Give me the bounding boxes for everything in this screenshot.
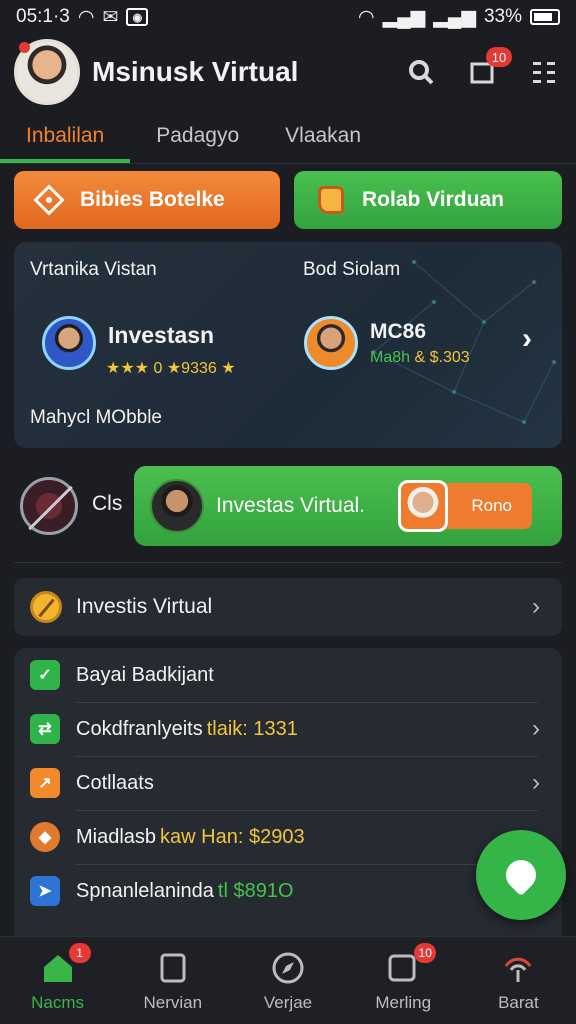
rocket-fab-button[interactable] [476,830,566,920]
investis-label: Invеstis Virtual [76,595,213,618]
settings-icon[interactable] [528,55,562,89]
chevron-right-icon: › [532,769,540,796]
mc-subtitle: Ma8h & $.303 [370,349,470,367]
chart-icon: ↗ [30,768,60,798]
signal-icon: ▂▄▆ [382,6,426,28]
tab-vlaakan[interactable]: Vlaakan [259,116,381,163]
search-icon[interactable] [404,55,438,89]
status-bar: 05:1·3 ◠ ✉ ◉ ◠ ▂▄▆ ▂▄▆ 33% [0,0,576,34]
divider [14,562,562,563]
investor-card[interactable]: Vrtanika Vistan Bod Siolam Invеstasn ★★★… [14,242,562,448]
tab-padagyo[interactable]: Padagyo [130,116,259,163]
notifications-icon[interactable]: 10 [466,47,512,89]
list-item-label: Miadlasb [76,825,157,848]
notification-icon: ✉ [102,6,119,28]
rocket-icon [499,853,543,897]
menu-list: ✓ Bayai Badkijant ⇄ Cokdfranlyeits tlaik… [14,648,562,948]
document-icon [154,949,192,987]
send-icon: ➤ [30,876,60,906]
list-item-value: tl $891O [217,879,294,902]
mc-sub-left: Ma8h [370,349,411,366]
mc-name: MC86 [370,320,427,343]
nav-item-merling[interactable]: 10 Merling [346,937,461,1024]
card-right-label: Bod Siolam [303,259,401,280]
promo-cta-label: Rono [471,496,512,515]
nav-label: Barat [498,993,539,1012]
notification-badge: 10 [486,47,512,67]
nav-badge: 1 [68,943,91,963]
nav-label: Verjae [263,993,313,1012]
card-footer-label: Mahycl MObble [30,407,162,428]
secondary-action-button[interactable]: Rolab Virduan [294,171,562,229]
chevron-right-icon[interactable]: › [522,322,532,356]
coin-icon [30,591,62,623]
app-icon: ◉ [126,8,149,26]
online-dot [19,42,30,53]
cta-avatar [398,480,448,532]
transfer-icon: ⇄ [30,714,60,744]
signal-icon-2: ▂▄▆ [433,6,476,28]
investor-rating: ★★★ 0 ★9336 ★ [106,360,236,377]
bottom-nav: 1 Nacms Nervian Verjae 10 Merling Barat [0,936,576,1024]
check-icon: ✓ [30,660,60,690]
list-item-value: kaw Han: $2903 [160,825,305,848]
list-item-label: Cotllaats [76,771,154,794]
investor-name: Invеstasn [108,322,215,348]
primary-action-label: Bibies Botelke [80,188,225,211]
compass-icon [269,949,307,987]
list-item-label: Bayai Badkijant [76,663,214,686]
action-buttons: Bibies Botelke Rolab Virduan [14,171,562,229]
nav-badge: 10 [414,943,437,963]
nav-item-verjae[interactable]: Verjae [230,937,345,1024]
messages-icon: 10 [384,943,437,987]
mc-sub-right: & $.303 [414,349,470,366]
list-item[interactable]: ✓ Bayai Badkijant [14,648,562,702]
tab-inbalilan[interactable]: Inbalilan [0,116,131,163]
investis-row[interactable]: Invеstis Virtual › [14,578,562,636]
chevron-right-icon: › [532,593,540,620]
wifi-signal-icon: ◠ [358,6,375,28]
nav-item-nervian[interactable]: Nervian [115,937,230,1024]
promo-text: Investas Virtual. [216,494,366,517]
list-item-value: tlaik: 1331 [206,717,298,740]
avatar[interactable] [14,39,80,105]
list-item[interactable]: ↗ Cotllaats › [14,756,562,810]
primary-action-button[interactable]: Bibies Botelke [14,171,280,229]
nav-item-nacms[interactable]: 1 Nacms [0,937,115,1024]
investor-avatar [42,316,96,370]
page-title: Msinusk Virtual [92,56,299,87]
secondary-action-label: Rolab Virduan [362,188,504,211]
promo-cta-button[interactable]: Rono [398,480,532,532]
status-time: 05:1·3 [16,6,70,27]
mc-avatar [304,316,358,370]
app-header: Msinusk Virtual 10 [0,34,576,110]
promo-side-label: Cls [92,492,123,515]
nav-label: Merling [375,993,432,1012]
card-left-label: Vrtanika Vistan [30,259,157,280]
chevron-right-icon: › [532,715,540,742]
promo-avatar [150,479,204,533]
home-icon: 1 [39,943,91,987]
nav-label: Nervian [143,993,203,1012]
nav-label: Nacms [31,993,85,1012]
diamond-icon [32,183,66,217]
list-item[interactable]: ⇄ Cokdfranlyeits tlaik: 1331 › [14,702,562,756]
list-item-label: Spnanlelaninda [76,879,214,902]
list-item-label: Cokdfranlyeits [76,717,203,740]
hand-icon [314,183,348,217]
blocked-icon[interactable] [20,477,78,535]
battery-icon [530,9,560,25]
tab-bar: Inbalilan Padagyo Vlaakan [0,116,576,164]
nav-item-barat[interactable]: Barat [461,937,576,1024]
battery-percent: 33% [483,6,522,27]
wifi-icon: ◠ [77,6,95,28]
signal-tower-icon [499,949,537,987]
promo-banner[interactable]: Investas Virtual. Rono [134,466,562,546]
wallet-icon: ◆ [30,822,60,852]
